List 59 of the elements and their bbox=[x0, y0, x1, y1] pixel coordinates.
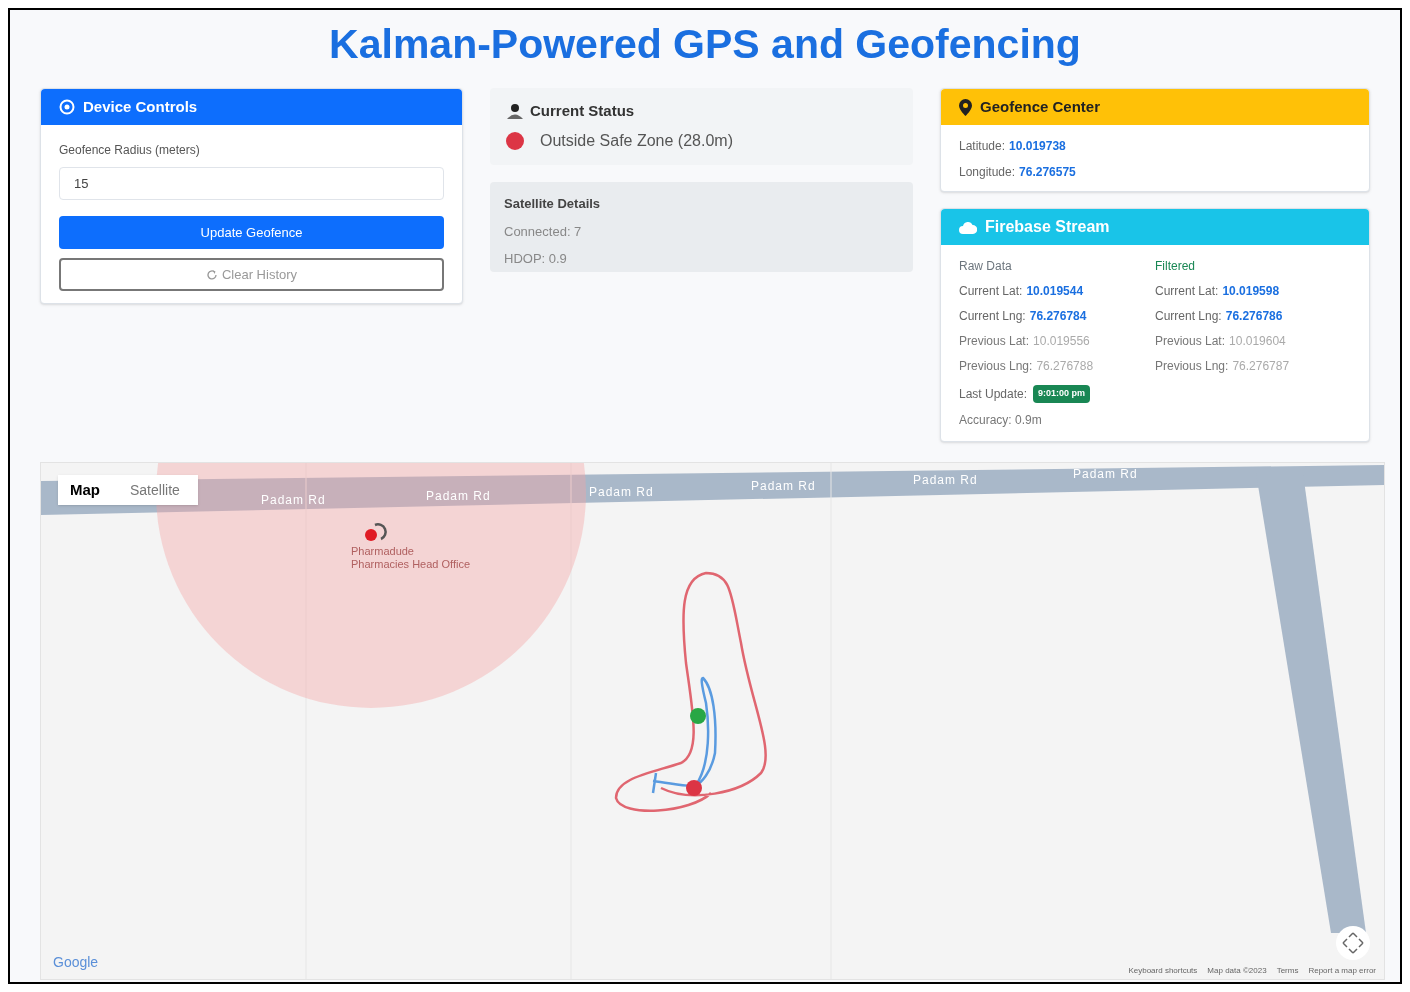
data-label: Previous Lat: bbox=[1155, 333, 1226, 350]
data-label: Previous Lat: bbox=[959, 333, 1030, 350]
map-footer-link[interactable]: Map data ©2023 bbox=[1207, 965, 1267, 977]
data-value: 76.276787 bbox=[1232, 358, 1290, 375]
road-label: Padam Rd bbox=[751, 478, 816, 495]
map-type-tab[interactable]: Satellite bbox=[112, 475, 198, 505]
map-type-tab[interactable]: Map bbox=[58, 475, 112, 505]
data-value: 76.276788 bbox=[1036, 358, 1094, 375]
update-geofence-button[interactable]: Update Geofence bbox=[59, 216, 444, 249]
map-pin-icon bbox=[959, 98, 972, 116]
satellite-title: Satellite Details bbox=[504, 195, 602, 213]
map-footer-link[interactable]: Report a map error bbox=[1308, 965, 1376, 977]
map-footer-link[interactable]: Terms bbox=[1276, 965, 1299, 977]
data-value: 10.019604 bbox=[1229, 333, 1286, 350]
satellite-detail: Connected: 7 bbox=[504, 222, 583, 241]
time-badge: 9:01:00 pm bbox=[1033, 385, 1091, 403]
column-heading: Raw Data bbox=[959, 258, 1013, 275]
satellite-detail: HDOP: 0.9 bbox=[504, 250, 568, 268]
map-logo: Google bbox=[53, 953, 99, 972]
data-label: Current Lng: bbox=[1155, 308, 1222, 325]
coordinate-value: 10.019738 bbox=[1009, 138, 1066, 155]
map-view[interactable]: Padam Rd Padam Rd Padam Rd Padam Rd Padam Rd Padam Rd Pharmadude Pharmacies Head Office Map Satellite Google Keyboard shortcuts Map data ©2023 Terms Report a map error bbox=[40, 462, 1385, 980]
road-label: Padam Rd bbox=[261, 492, 326, 509]
circle-icon bbox=[59, 99, 75, 115]
data-label: Previous Lng: bbox=[1155, 358, 1229, 375]
last-update-label: Last Update: bbox=[959, 386, 1028, 403]
data-label: Previous Lng: bbox=[959, 358, 1033, 375]
data-label: Current Lng: bbox=[959, 308, 1026, 325]
road-label: Padam Rd bbox=[589, 484, 654, 501]
column-heading: Filtered bbox=[1155, 258, 1196, 275]
coordinate-value: 76.276575 bbox=[1019, 164, 1076, 181]
refresh-icon bbox=[205, 268, 218, 281]
data-value: 76.276786 bbox=[1225, 308, 1283, 325]
data-value: 76.276784 bbox=[1029, 308, 1087, 325]
user-icon bbox=[506, 103, 524, 120]
card-title: Firebase Stream bbox=[985, 217, 1110, 237]
data-label: Current Lat: bbox=[1155, 283, 1219, 300]
road-label: Padam Rd bbox=[426, 488, 491, 505]
card-title: Geofence Center bbox=[980, 96, 1101, 117]
place-label: Pharmacies Head Office bbox=[351, 558, 471, 571]
accuracy-text: Accuracy: 0.9m bbox=[959, 412, 1043, 429]
map-footer-link[interactable]: Keyboard shortcuts bbox=[1128, 965, 1198, 977]
data-value: 10.019556 bbox=[1033, 333, 1090, 350]
coordinate-label: Latitude: bbox=[959, 138, 1006, 155]
road-label: Padam Rd bbox=[913, 472, 978, 489]
data-label: Current Lat: bbox=[959, 283, 1023, 300]
road-label: Padam Rd bbox=[1073, 466, 1138, 483]
field-label: Geofence Radius (meters) bbox=[59, 142, 201, 159]
card-title: Device Controls bbox=[83, 96, 198, 117]
page-title: Kalman-Powered GPS and Geofencing bbox=[329, 20, 1081, 69]
clear-history-button[interactable]: Clear History bbox=[59, 258, 444, 291]
status-text: Outside Safe Zone (28.0m) bbox=[540, 130, 733, 151]
status-title: Current Status bbox=[530, 101, 635, 121]
radius-input[interactable]: 15 bbox=[59, 167, 444, 200]
cloud-icon bbox=[959, 220, 977, 234]
data-value: 10.019544 bbox=[1026, 283, 1084, 300]
coordinate-label: Longitude: bbox=[959, 164, 1016, 181]
data-value: 10.019598 bbox=[1222, 283, 1280, 300]
place-label: Pharmadude bbox=[351, 545, 415, 558]
